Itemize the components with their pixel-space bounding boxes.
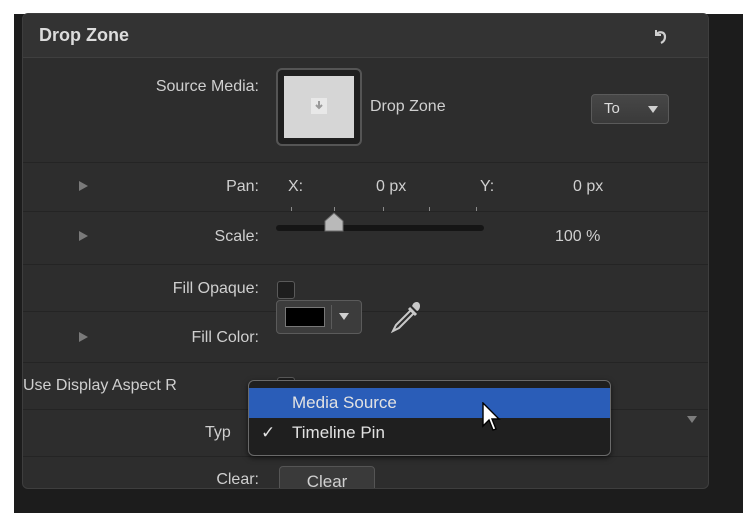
clear-label: Clear: — [216, 471, 259, 488]
slider-tick — [291, 207, 292, 211]
expand-triangle-icon[interactable] — [79, 231, 88, 241]
clear-button[interactable]: Clear — [279, 466, 375, 488]
source-media-thumbnail — [284, 76, 354, 138]
scale-value[interactable]: 100 % — [555, 228, 600, 246]
menu-item-timeline-pin[interactable]: ✓ Timeline Pin — [249, 418, 610, 448]
pointer-cursor-icon — [482, 402, 501, 431]
checkmark-icon: ✓ — [261, 423, 276, 442]
slider-tick — [476, 207, 477, 211]
expand-triangle-icon[interactable] — [79, 332, 88, 342]
menu-item-label: Timeline Pin — [292, 423, 385, 442]
pan-y-label: Y: — [480, 178, 495, 195]
slider-tick — [334, 207, 335, 211]
pan-y-value[interactable]: 0 px — [573, 178, 603, 196]
fill-opaque-row: Fill Opaque: — [23, 265, 708, 312]
chevron-down-icon[interactable] — [687, 416, 697, 423]
type-label: Typ — [205, 424, 231, 441]
source-media-name: Drop Zone — [370, 98, 446, 115]
pan-x-value[interactable]: 0 px — [376, 178, 406, 196]
slider-tick — [429, 207, 430, 211]
fill-color-row: Fill Color: — [23, 312, 708, 363]
pan-label: Pan: — [226, 178, 259, 195]
fill-opaque-checkbox[interactable] — [277, 281, 295, 299]
fill-color-label: Fill Color: — [191, 329, 259, 346]
scale-row: Scale: 100 % — [23, 212, 708, 265]
pan-x-label: X: — [288, 178, 304, 195]
eyedropper-icon[interactable] — [389, 298, 423, 334]
source-media-well[interactable] — [276, 68, 362, 146]
chevron-down-icon — [648, 106, 658, 113]
source-media-popup-value: To — [604, 100, 620, 117]
fill-opaque-label: Fill Opaque: — [172, 280, 259, 297]
panel-title: Drop Zone — [39, 25, 129, 45]
menu-item-media-source[interactable]: Media Source — [249, 388, 610, 418]
fill-color-well[interactable] — [276, 300, 362, 334]
chevron-down-icon[interactable] — [339, 313, 349, 320]
pan-row: Pan: X: 0 px Y: 0 px — [23, 163, 708, 212]
source-media-label: Source Media: — [155, 78, 259, 95]
scale-slider-track[interactable] — [276, 225, 484, 231]
expand-triangle-icon[interactable] — [79, 181, 88, 191]
color-swatch[interactable] — [285, 307, 325, 327]
scale-slider-knob[interactable] — [323, 212, 345, 232]
slider-tick — [383, 207, 384, 211]
scale-label: Scale: — [214, 228, 259, 245]
download-icon — [311, 98, 327, 114]
reset-arrow-icon[interactable] — [650, 26, 670, 46]
divider — [331, 305, 332, 329]
panel-header: Drop Zone — [23, 14, 708, 58]
use-display-aspect-label: Use Display Aspect R — [23, 377, 177, 394]
source-media-popup[interactable]: To — [591, 94, 669, 124]
type-popup-menu: Media Source ✓ Timeline Pin — [248, 380, 611, 456]
menu-item-label: Media Source — [292, 393, 397, 412]
